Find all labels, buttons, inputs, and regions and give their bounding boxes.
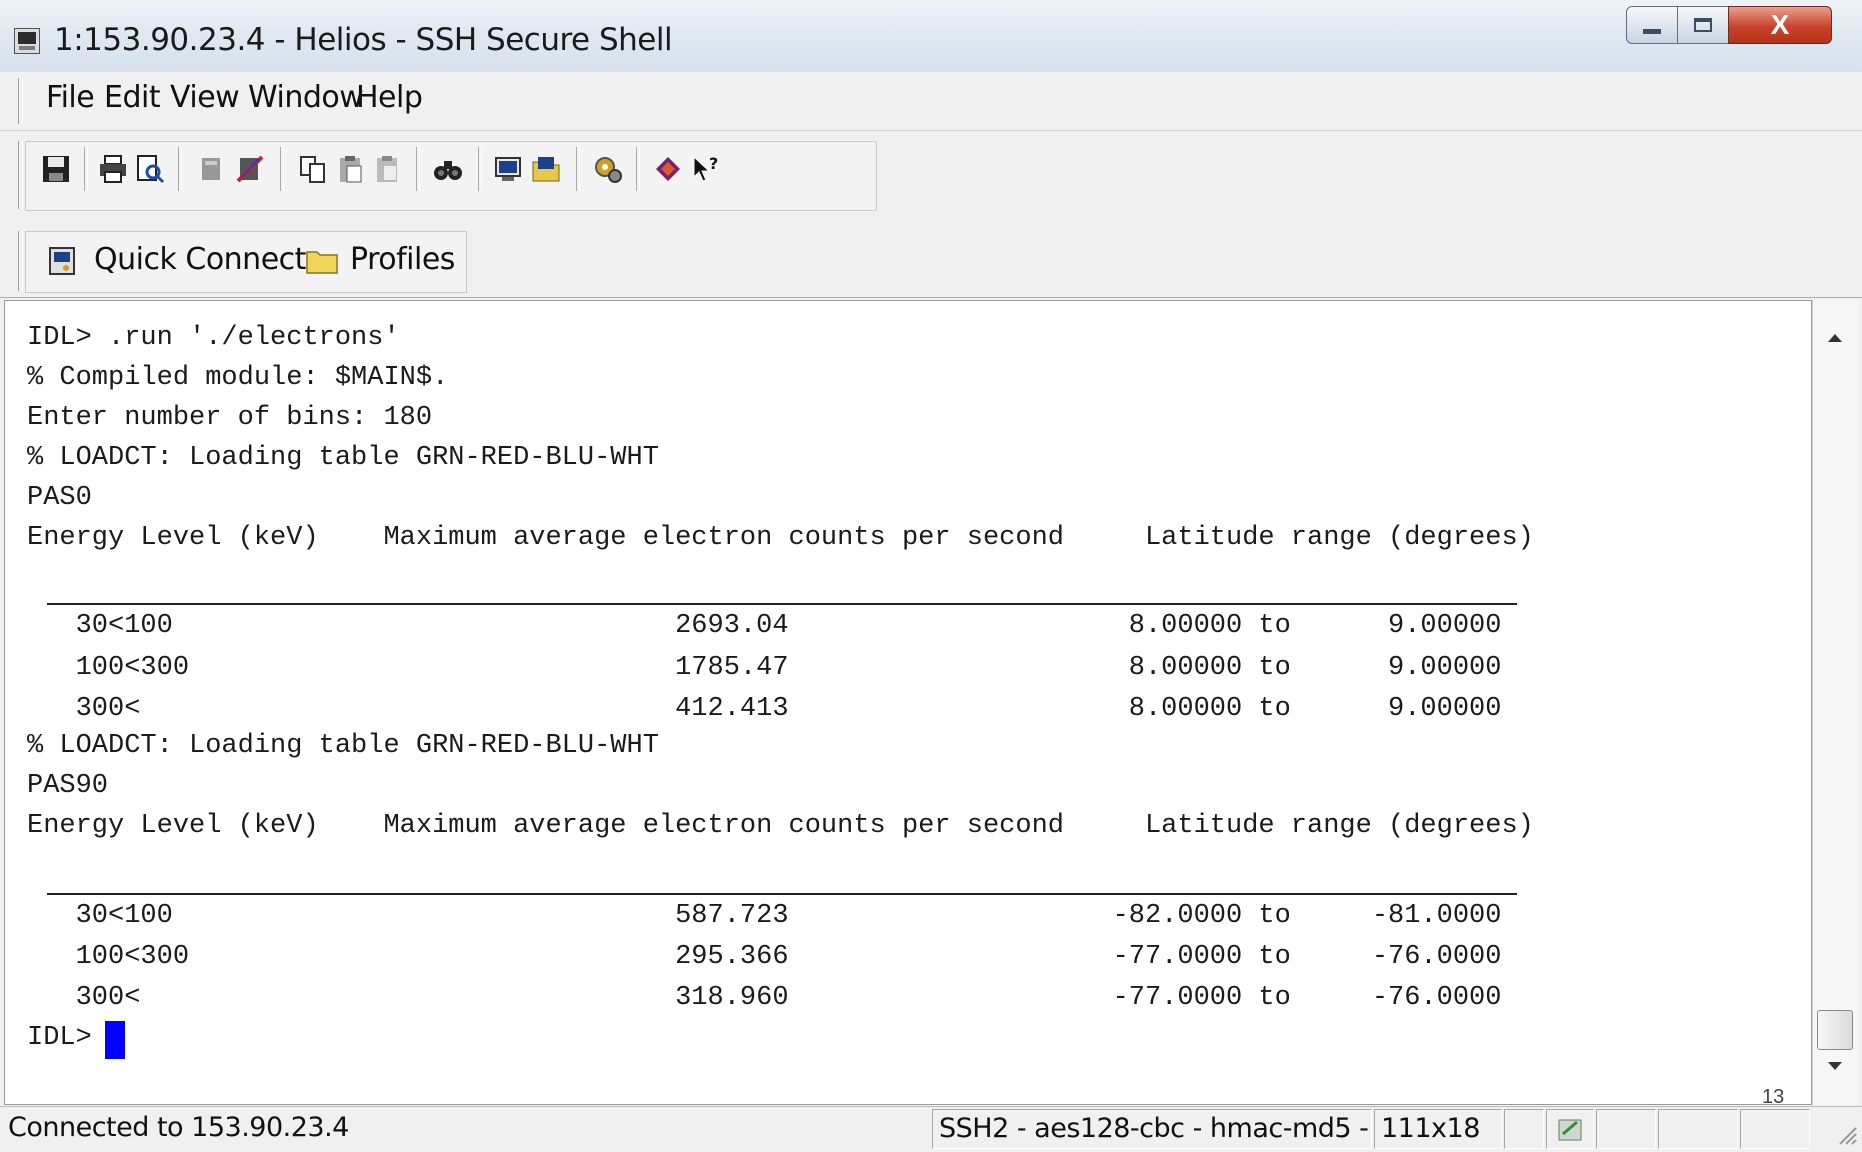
toolbar-separator <box>416 147 420 191</box>
menu-bar: File Edit View Window Help <box>0 72 1862 131</box>
status-cell-empty <box>1504 1109 1544 1149</box>
scrollbar-thumb[interactable] <box>1817 1010 1853 1050</box>
connection-status: Connected to 153.90.23.4 <box>8 1112 349 1143</box>
terminal-size-status: 111x18 <box>1374 1109 1502 1149</box>
terminal-line: PAS0 <box>27 483 92 513</box>
terminal-line: % LOADCT: Loading table GRN-RED-BLU-WHT <box>27 731 659 761</box>
context-help-icon[interactable]: ? <box>690 153 722 185</box>
close-icon: X <box>1770 9 1790 40</box>
close-button[interactable]: X <box>1728 6 1832 44</box>
toolbar: ? <box>0 131 1862 224</box>
new-file-transfer-icon[interactable] <box>530 153 562 185</box>
toolbar-separator <box>636 147 640 191</box>
copy-icon[interactable] <box>297 153 329 185</box>
paste-icon[interactable] <box>335 153 367 185</box>
status-bar: Connected to 153.90.23.4 SSH2 - aes128-c… <box>0 1106 1862 1152</box>
menu-view[interactable]: View <box>170 80 240 115</box>
status-cell-empty <box>1740 1109 1810 1149</box>
profiles-folder-icon[interactable] <box>306 248 338 274</box>
resize-grip-icon[interactable] <box>1836 1118 1858 1146</box>
quick-connect-button[interactable]: Quick Connect <box>94 242 306 277</box>
menu-file[interactable]: File <box>46 80 95 115</box>
quickbar-grip[interactable] <box>18 231 23 291</box>
print-preview-icon[interactable] <box>134 153 166 185</box>
terminal-line: Energy Level (keV) Maximum average elect… <box>27 523 1534 553</box>
table-divider <box>47 603 1517 605</box>
ssh-client-window: 1:153.90.23.4 - Helios - SSH Secure Shel… <box>0 0 1862 1152</box>
maximize-button[interactable] <box>1677 6 1729 44</box>
terminal-line: 300< 412.413 8.00000 to 9.00000 <box>27 694 1502 724</box>
window-title: 1:153.90.23.4 - Helios - SSH Secure Shel… <box>54 22 673 58</box>
encryption-lock-icon <box>1558 1119 1582 1141</box>
menu-window[interactable]: Window <box>248 80 364 115</box>
table-divider <box>47 893 1517 895</box>
terminal-line: IDL> .run './electrons' <box>27 323 400 353</box>
quick-connect-bar: Quick Connect Profiles <box>0 225 1862 298</box>
terminal-line: 100<300 1785.47 8.00000 to 9.00000 <box>27 653 1502 683</box>
terminal-line: 30<100 587.723 -82.0000 to -81.0000 <box>27 901 1502 931</box>
text-cursor <box>105 1021 125 1059</box>
terminal-line: PAS90 <box>27 771 109 801</box>
terminal-line: 30<100 2693.04 8.00000 to 9.00000 <box>27 611 1502 641</box>
connect-icon[interactable] <box>196 153 228 185</box>
status-cell-lock <box>1546 1109 1594 1149</box>
terminal-line: % LOADCT: Loading table GRN-RED-BLU-WHT <box>27 443 659 473</box>
toolbar-separator <box>84 147 88 191</box>
terminal-prompt: IDL> <box>27 1023 109 1053</box>
toolbar-separator <box>178 147 182 191</box>
maximize-icon <box>1694 18 1712 32</box>
scroll-down-arrow-icon[interactable] <box>1828 1062 1842 1070</box>
profiles-button[interactable]: Profiles <box>350 242 455 277</box>
vertical-scrollbar[interactable] <box>1812 300 1859 1105</box>
settings-icon[interactable] <box>592 153 624 185</box>
scroll-up-arrow-icon[interactable] <box>1828 334 1842 342</box>
paste-disabled-icon[interactable] <box>372 153 404 185</box>
new-terminal-icon[interactable] <box>492 153 524 185</box>
menu-grip[interactable] <box>18 78 23 124</box>
toolbar-separator <box>280 147 284 191</box>
find-icon[interactable] <box>432 153 464 185</box>
toolbar-separator <box>576 147 580 191</box>
terminal-line: 100<300 295.366 -77.0000 to -76.0000 <box>27 942 1502 972</box>
cipher-status: SSH2 - aes128-cbc - hmac-md5 - nc <box>932 1109 1372 1149</box>
quick-connect-icon[interactable] <box>48 246 78 276</box>
save-icon[interactable] <box>40 153 72 185</box>
terminal-line: Enter number of bins: 180 <box>27 403 433 433</box>
print-icon[interactable] <box>97 153 129 185</box>
minimize-button[interactable] <box>1626 6 1678 44</box>
menu-edit[interactable]: Edit <box>104 80 161 115</box>
svg-text:?: ? <box>709 154 718 173</box>
disconnect-icon[interactable] <box>234 153 266 185</box>
terminal-output[interactable]: IDL> .run './electrons' % Compiled modul… <box>4 300 1812 1105</box>
status-cell-empty <box>1658 1109 1738 1149</box>
terminal-line: Energy Level (keV) Maximum average elect… <box>27 811 1534 841</box>
terminal-app-icon <box>14 28 40 54</box>
terminal-line: % Compiled module: $MAIN$. <box>27 363 449 393</box>
toolbar-grip[interactable] <box>18 141 23 209</box>
help-icon[interactable] <box>652 153 684 185</box>
toolbar-separator <box>478 147 482 191</box>
terminal-line: 300< 318.960 -77.0000 to -76.0000 <box>27 983 1502 1013</box>
menu-help[interactable]: Help <box>356 80 423 115</box>
status-cell-empty <box>1596 1109 1656 1149</box>
minimize-icon <box>1643 28 1661 34</box>
